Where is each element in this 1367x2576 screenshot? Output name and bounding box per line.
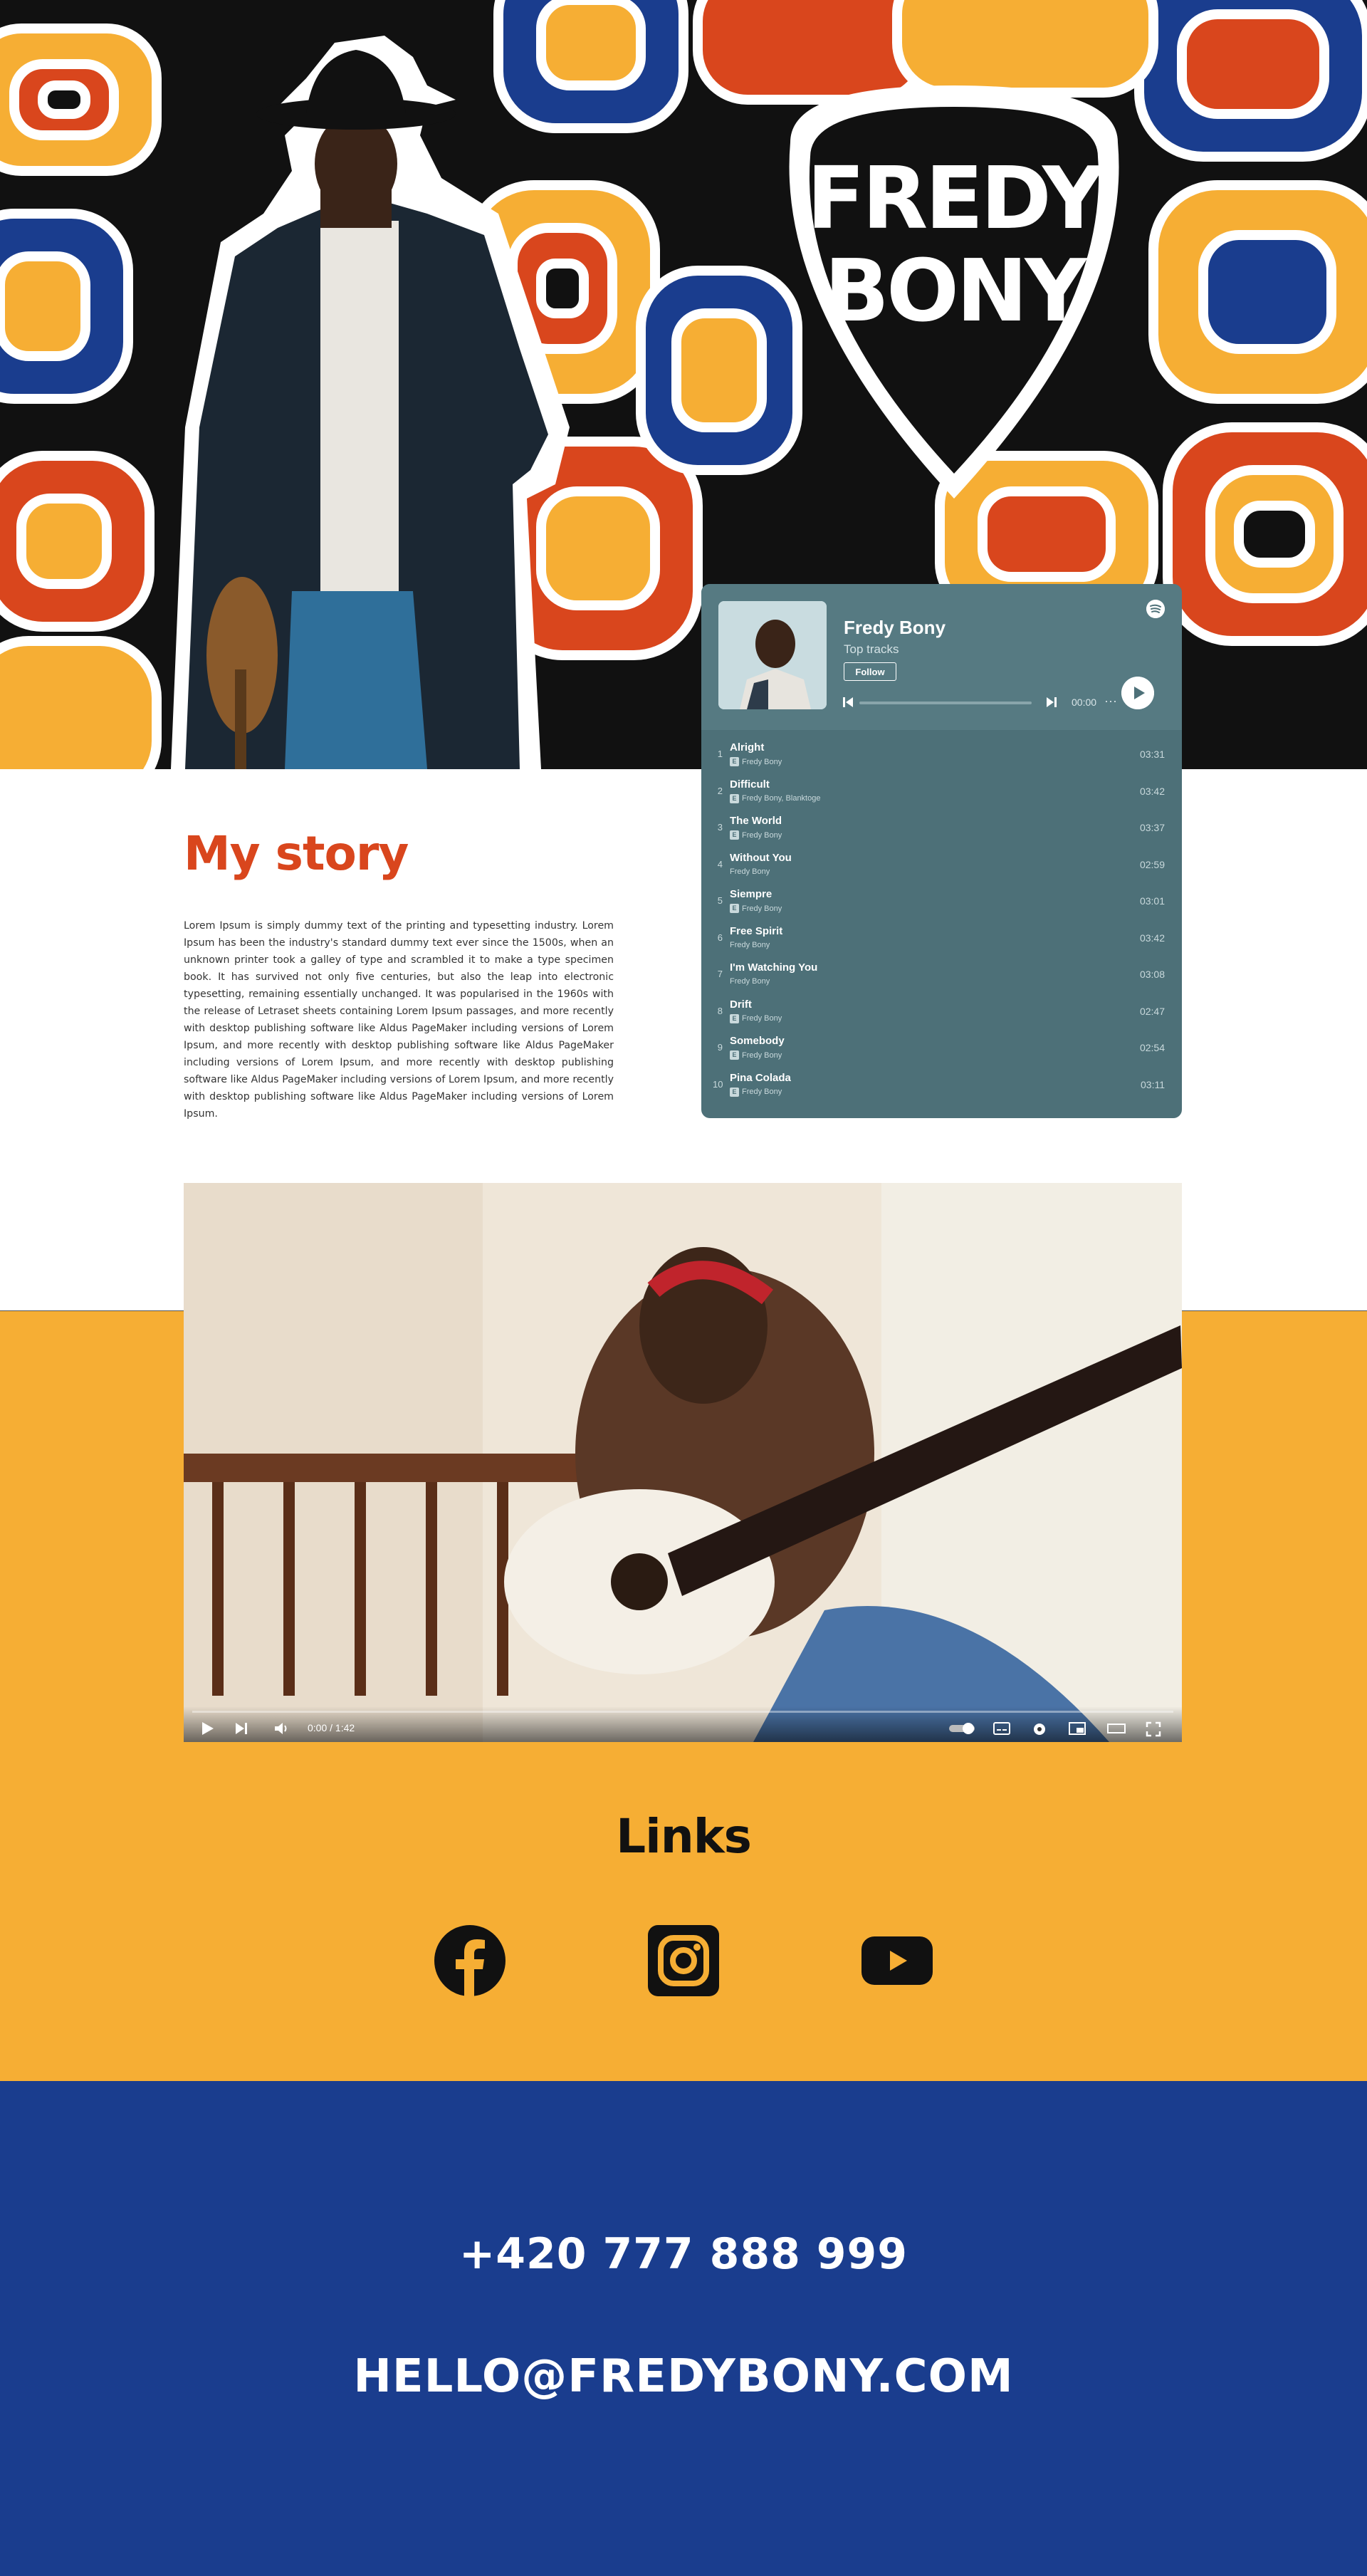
track-number: 6: [717, 932, 723, 943]
autoplay-toggle-icon[interactable]: [948, 1722, 975, 1735]
track-artist: E Fredy Bony: [730, 757, 782, 766]
track-title: Siempre: [730, 888, 772, 900]
svg-text:BONY: BONY: [824, 242, 1089, 341]
links-heading: Links: [616, 1809, 752, 1864]
follow-button[interactable]: Follow: [844, 662, 896, 681]
explicit-badge: E: [730, 1050, 739, 1060]
track-number: 9: [717, 1042, 723, 1053]
track-artist: E Fredy Bony: [730, 830, 782, 840]
more-options-icon[interactable]: ···: [1104, 694, 1117, 709]
spotify-header: Fredy Bony Top tracks Follow 00:00 ···: [701, 584, 1182, 730]
settings-gear-icon[interactable]: [1031, 1721, 1048, 1738]
next-video-icon[interactable]: [234, 1721, 249, 1736]
playback-progress-bar[interactable]: [859, 702, 1032, 704]
track-title: Somebody: [730, 1035, 785, 1047]
track-number: 8: [717, 1005, 723, 1016]
track-number: 7: [717, 969, 723, 979]
skip-forward-icon[interactable]: [1046, 695, 1057, 709]
track-number: 5: [717, 895, 723, 906]
spotify-logo-icon[interactable]: [1146, 600, 1165, 618]
video-player[interactable]: 0:00 / 1:42: [184, 1183, 1182, 1742]
instagram-icon[interactable]: [648, 1925, 719, 1996]
contact-phone[interactable]: +420 777 888 999: [0, 2229, 1367, 2279]
track-number: 3: [717, 822, 723, 833]
track-duration: 03:31: [1139, 749, 1165, 760]
theater-mode-icon[interactable]: [1106, 1721, 1126, 1736]
spotify-player-widget[interactable]: Fredy Bony Top tracks Follow 00:00 ··· 1…: [701, 584, 1182, 1118]
track-artist: E Fredy Bony: [730, 1087, 782, 1097]
subtitles-icon[interactable]: [992, 1721, 1011, 1736]
track-number: 10: [713, 1078, 723, 1090]
performer-photo: [171, 36, 570, 769]
track-duration: 03:11: [1141, 1078, 1165, 1090]
explicit-badge: E: [730, 1087, 739, 1097]
track-duration: 03:01: [1139, 895, 1165, 907]
track-row[interactable]: 7 I'm Watching You Fredy Bony 03:08: [701, 957, 1182, 994]
artist-cover-image: [718, 601, 827, 709]
video-time: 0:00 / 1:42: [308, 1722, 355, 1733]
track-number: 4: [717, 858, 723, 870]
explicit-badge: E: [730, 757, 739, 766]
track-title: Alright: [730, 741, 765, 753]
track-artist: E Fredy Bony: [730, 904, 782, 913]
track-artist: E Fredy Bony: [730, 1050, 782, 1060]
track-title: Difficult: [730, 778, 770, 791]
fullscreen-icon[interactable]: [1145, 1721, 1162, 1738]
track-artist: Fredy Bony: [730, 977, 770, 986]
track-title: Without You: [730, 851, 792, 864]
youtube-icon[interactable]: [861, 1925, 933, 1996]
track-title: The World: [730, 815, 782, 827]
track-artist: Fredy Bony: [730, 867, 770, 876]
track-duration: 03:42: [1139, 785, 1165, 797]
contact-section: [0, 2081, 1367, 2576]
track-duration: 02:54: [1139, 1042, 1165, 1053]
track-list: 1 Alright E Fredy Bony 03:31 2 Difficult …: [701, 737, 1182, 1104]
track-row[interactable]: 4 Without You Fredy Bony 02:59: [701, 848, 1182, 885]
skip-back-icon[interactable]: [842, 695, 854, 709]
track-row[interactable]: 10 Pina Colada E Fredy Bony 03:11: [701, 1068, 1182, 1105]
track-duration: 03:42: [1139, 932, 1165, 944]
svg-text:FREDY: FREDY: [807, 150, 1106, 249]
track-row[interactable]: 1 Alright E Fredy Bony 03:31: [701, 737, 1182, 774]
video-controls-bar: 0:00 / 1:42: [184, 1706, 1182, 1742]
explicit-badge: E: [730, 793, 739, 803]
explicit-badge: E: [730, 1013, 739, 1023]
track-duration: 03:37: [1139, 822, 1165, 833]
track-artist: Fredy Bony: [730, 940, 770, 949]
story-paragraph: Lorem Ipsum is simply dummy text of the …: [184, 920, 614, 1120]
play-icon[interactable]: [199, 1721, 215, 1736]
track-title: Drift: [730, 998, 752, 1011]
track-title: Pina Colada: [730, 1071, 791, 1084]
playback-time: 00:00: [1072, 697, 1097, 708]
explicit-badge: E: [730, 904, 739, 913]
track-row[interactable]: 6 Free Spirit Fredy Bony 03:42: [701, 921, 1182, 958]
track-row[interactable]: 5 Siempre E Fredy Bony 03:01: [701, 884, 1182, 921]
facebook-icon[interactable]: [434, 1925, 506, 1996]
miniplayer-icon[interactable]: [1068, 1721, 1086, 1736]
track-artist: E Fredy Bony, Blanktoge: [730, 793, 820, 803]
video-progress-bar[interactable]: [192, 1711, 1173, 1713]
track-artist: E Fredy Bony: [730, 1013, 782, 1023]
play-icon[interactable]: [1121, 677, 1154, 709]
fredy-bony-logo: FREDY BONY: [789, 85, 1119, 499]
track-duration: 02:59: [1139, 858, 1165, 870]
track-title: Free Spirit: [730, 924, 783, 937]
story-heading: My story: [184, 826, 409, 881]
track-number: 2: [717, 785, 723, 796]
track-row[interactable]: 8 Drift E Fredy Bony 02:47: [701, 994, 1182, 1031]
spotify-subtitle: Top tracks: [844, 642, 899, 656]
track-title: I'm Watching You: [730, 961, 818, 974]
explicit-badge: E: [730, 830, 739, 840]
contact-email[interactable]: HELLO@FREDYBONY.COM: [0, 2350, 1367, 2403]
track-number: 1: [717, 749, 723, 759]
track-duration: 02:47: [1139, 1005, 1165, 1017]
volume-icon[interactable]: [273, 1721, 290, 1736]
spotify-artist-name: Fredy Bony: [844, 617, 946, 638]
track-row[interactable]: 9 Somebody E Fredy Bony 02:54: [701, 1031, 1182, 1068]
track-duration: 03:08: [1139, 969, 1165, 980]
track-row[interactable]: 2 Difficult E Fredy Bony, Blanktoge 03:42: [701, 774, 1182, 811]
track-row[interactable]: 3 The World E Fredy Bony 03:37: [701, 810, 1182, 848]
video-thumbnail: [184, 1183, 1182, 1742]
